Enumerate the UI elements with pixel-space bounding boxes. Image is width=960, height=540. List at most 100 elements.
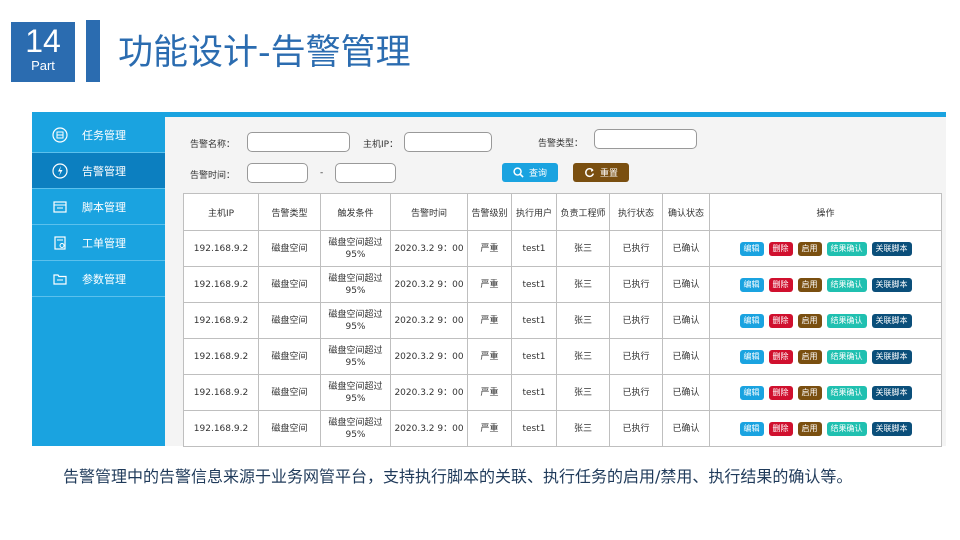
part-badge: 14 Part: [11, 22, 75, 82]
query-button[interactable]: 查询: [502, 163, 558, 182]
table-cell: 磁盘空间: [258, 266, 321, 303]
table-cell: 严重: [467, 410, 512, 447]
table-cell: 磁盘空间: [258, 410, 321, 447]
action-button[interactable]: 删除: [768, 349, 793, 364]
host-ip-label: 主机IP：: [363, 140, 399, 150]
action-button[interactable]: 结果确认: [826, 421, 867, 436]
table-row: 192.168.9.2 磁盘空间 磁盘空间超过95% 2020.3.2 9：00 严重 t…: [183, 410, 942, 447]
table-cell: test1: [511, 230, 557, 267]
actions-cell: 编辑 删除 启用 结果确认 关联脚本: [709, 230, 942, 267]
action-button[interactable]: 启用: [797, 277, 822, 292]
reset-button[interactable]: 重置: [573, 163, 629, 182]
table-row: 192.168.9.2 磁盘空间 磁盘空间超过95% 2020.3.2 9：00 严重 t…: [183, 302, 942, 339]
table-cell: 2020.3.2 9：00: [390, 230, 468, 267]
action-button[interactable]: 编辑: [739, 241, 764, 256]
action-button[interactable]: 关联脚本: [871, 349, 912, 364]
alarm-type-input[interactable]: [594, 129, 697, 149]
sidebar-item-task[interactable]: 任务管理: [32, 117, 165, 153]
action-button[interactable]: 删除: [768, 313, 793, 328]
table-cell: 已确认: [662, 374, 710, 411]
action-button[interactable]: 编辑: [739, 385, 764, 400]
action-button[interactable]: 结果确认: [826, 385, 867, 400]
table-cell: test1: [511, 410, 557, 447]
table-cell: 192.168.9.2: [183, 374, 259, 411]
table-cell: 已确认: [662, 302, 710, 339]
action-button[interactable]: 编辑: [739, 313, 764, 328]
sidebar-item-workorder[interactable]: 工单管理: [32, 225, 165, 261]
action-button[interactable]: 结果确认: [826, 349, 867, 364]
part-label: Part: [31, 58, 55, 73]
alarm-time-start-input[interactable]: [247, 163, 308, 183]
actions-cell: 编辑 删除 启用 结果确认 关联脚本: [709, 338, 942, 375]
table-cell: 2020.3.2 9：00: [390, 302, 468, 339]
table-cell: 192.168.9.2: [183, 302, 259, 339]
actions-cell: 编辑 删除 启用 结果确认 关联脚本: [709, 374, 942, 411]
sidebar-item-label: 脚本管理: [82, 200, 126, 214]
sidebar-item-script[interactable]: 脚本管理: [32, 189, 165, 225]
action-button[interactable]: 启用: [797, 313, 822, 328]
action-button[interactable]: 编辑: [739, 421, 764, 436]
action-button[interactable]: 关联脚本: [871, 241, 912, 256]
action-button[interactable]: 编辑: [739, 277, 764, 292]
sidebar-item-label: 参数管理: [82, 272, 126, 286]
table-cell: test1: [511, 374, 557, 411]
title-accent-bar: [86, 20, 100, 82]
action-button[interactable]: 删除: [768, 385, 793, 400]
action-button[interactable]: 删除: [768, 421, 793, 436]
column-header: 执行用户: [511, 193, 557, 231]
table-cell: 已确认: [662, 338, 710, 375]
sidebar-item-label: 任务管理: [82, 128, 126, 142]
action-button[interactable]: 启用: [797, 241, 822, 256]
action-button[interactable]: 结果确认: [826, 241, 867, 256]
action-button[interactable]: 关联脚本: [871, 385, 912, 400]
action-button[interactable]: 编辑: [739, 349, 764, 364]
action-button[interactable]: 删除: [768, 277, 793, 292]
table-cell: 磁盘空间超过95%: [320, 410, 391, 447]
action-button[interactable]: 启用: [797, 421, 822, 436]
action-button[interactable]: 关联脚本: [871, 277, 912, 292]
action-button[interactable]: 关联脚本: [871, 313, 912, 328]
reset-button-label: 重置: [599, 169, 618, 179]
action-button[interactable]: 启用: [797, 385, 822, 400]
action-button[interactable]: 删除: [768, 241, 793, 256]
actions-cell: 编辑 删除 启用 结果确认 关联脚本: [709, 266, 942, 303]
table-cell: 严重: [467, 302, 512, 339]
script-icon: [52, 199, 68, 215]
task-icon: [52, 126, 68, 143]
table-cell: 张三: [556, 338, 610, 375]
table-row: 192.168.9.2 磁盘空间 磁盘空间超过95% 2020.3.2 9：00 严重 t…: [183, 374, 942, 411]
alarm-type-label: 告警类型：: [538, 139, 584, 149]
action-button[interactable]: 结果确认: [826, 277, 867, 292]
action-button[interactable]: 关联脚本: [871, 421, 912, 436]
alarm-time-end-input[interactable]: [335, 163, 396, 183]
table-cell: 192.168.9.2: [183, 230, 259, 267]
range-separator: -: [320, 168, 324, 178]
table-cell: 张三: [556, 374, 610, 411]
alarm-table: 主机IP 告警类型 触发条件 告警时间 告警级别 执行用户 负责工程师 执行状态 确认状态 操作 …: [183, 193, 942, 447]
table-row: 192.168.9.2 磁盘空间 磁盘空间超过95% 2020.3.2 9：00 严重 t…: [183, 338, 942, 375]
sidebar: 任务管理 告警管理 脚本管理 工单管理 参数管理: [32, 117, 165, 446]
alarm-icon: [52, 162, 68, 179]
table-cell: test1: [511, 338, 557, 375]
table-cell: 磁盘空间: [258, 338, 321, 375]
table-cell: 磁盘空间超过95%: [320, 302, 391, 339]
column-header: 告警时间: [390, 193, 468, 231]
table-cell: 2020.3.2 9：00: [390, 338, 468, 375]
sidebar-item-parameter[interactable]: 参数管理: [32, 261, 165, 297]
alarm-name-input[interactable]: [247, 132, 350, 152]
page-title: 功能设计-告警管理: [118, 33, 411, 73]
refresh-icon: [585, 167, 595, 178]
column-header: 执行状态: [609, 193, 663, 231]
table-cell: 2020.3.2 9：00: [390, 266, 468, 303]
panel-top-line: [32, 112, 946, 117]
table-cell: 磁盘空间: [258, 374, 321, 411]
column-header: 告警级别: [467, 193, 512, 231]
table-cell: 已执行: [609, 302, 663, 339]
actions-cell: 编辑 删除 启用 结果确认 关联脚本: [709, 410, 942, 447]
table-cell: 已确认: [662, 410, 710, 447]
sidebar-item-alarm[interactable]: 告警管理: [32, 153, 165, 189]
table-cell: 192.168.9.2: [183, 338, 259, 375]
host-ip-input[interactable]: [404, 132, 492, 152]
action-button[interactable]: 结果确认: [826, 313, 867, 328]
action-button[interactable]: 启用: [797, 349, 822, 364]
